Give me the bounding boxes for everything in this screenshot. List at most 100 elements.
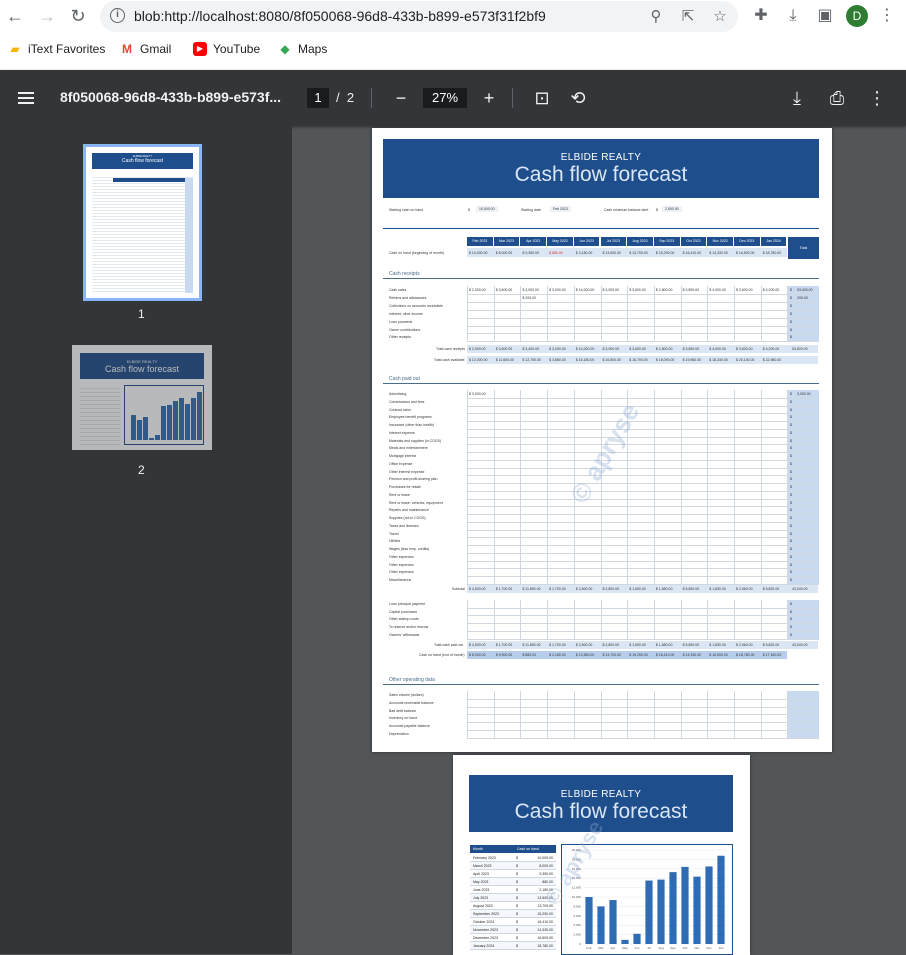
url-text[interactable]: blob:http://localhost:8080/8f050068-96d8… [134, 8, 546, 24]
profile-avatar[interactable]: D [846, 5, 868, 27]
bookmark-gmail[interactable]: M Gmail [120, 42, 171, 56]
month-header-cell: Apr 2023 [520, 237, 547, 246]
table-header-cash: Cash on hand [514, 845, 556, 853]
chart-bar [645, 880, 653, 944]
total-available-value: $ 16,500.00 [602, 358, 622, 363]
bookmark-maps[interactable]: ◆ Maps [278, 42, 327, 56]
row-divider [467, 325, 819, 327]
y-tick-label: 6,000 [573, 914, 581, 918]
row-currency-symbol: $ [516, 896, 518, 900]
beginning-cash-value: $ 10,000.00 [469, 251, 488, 255]
chart-bar [705, 866, 713, 944]
paid-out-row-label: Travel [389, 531, 399, 536]
zoom-in-icon[interactable]: + [477, 86, 501, 110]
month-header-cell: Nov 2023 [707, 237, 733, 246]
paid-out-row-label: Rent or lease: vehicles, equipment [389, 500, 443, 505]
cash-paid-out-title: Cash paid out [389, 376, 420, 382]
grid-column-line [547, 390, 549, 584]
menu-icon[interactable] [14, 86, 38, 110]
rotate-icon[interactable]: ⟲ [566, 86, 590, 110]
total-currency-symbol: $ [790, 516, 792, 520]
total-receipts-value: $ 4,000.00 [709, 347, 726, 352]
subtotal-value: $ 5,550.00 [682, 586, 700, 591]
row-divider [467, 483, 819, 484]
paid-out-row-label: Pension and profit-sharing plan [389, 477, 438, 482]
row-divider [467, 436, 819, 438]
beginning-cash-value: $ 16,410.00 [683, 251, 702, 255]
bookmark-star-icon[interactable]: ☆ [710, 7, 730, 27]
page-number-input[interactable]: 1 [307, 88, 329, 108]
more-options-icon[interactable]: ⋮ [865, 86, 889, 110]
row-divider [467, 467, 819, 469]
table-row: August 2023 $13,700.00 [470, 902, 556, 910]
paid-out-row-label: Repairs and maintenance [389, 508, 429, 513]
other-paid-row-label: Capital purchases [389, 609, 418, 614]
total-available-value: $ 18,090.00 [655, 358, 675, 363]
extensions-icon[interactable]: ✚ [750, 5, 772, 27]
download-icon[interactable]: ⤓ [785, 86, 809, 110]
row-cash-value: 14,330.00 [537, 928, 553, 932]
row-divider [467, 506, 819, 508]
beginning-cash-value: $ 16,500.00 [736, 251, 755, 255]
total-receipts-value: $ 3,550.00 [682, 347, 700, 352]
row-divider [467, 706, 819, 708]
zoom-magnifier-icon[interactable]: ⚲ [646, 7, 666, 27]
row-currency-symbol: $ [516, 880, 518, 884]
fit-page-icon[interactable]: ⊡ [530, 86, 554, 110]
total-currency-symbol: $ [790, 319, 792, 324]
side-panel-icon[interactable]: ▣ [814, 5, 836, 27]
x-tick-label: Jun [635, 946, 640, 950]
row-month: December 2023 [473, 936, 498, 940]
total-available-value: $ 11,600.00 [495, 358, 514, 363]
back-arrow-icon[interactable]: ← [3, 4, 27, 28]
bookmark-itext-favorites[interactable]: ▰ iText Favorites [8, 42, 105, 56]
thumbnail-page-1[interactable]: ELBIDE REALTY Cash flow forecast [83, 144, 202, 301]
forward-arrow-icon[interactable]: → [35, 4, 59, 28]
address-bar[interactable]: i blob:http://localhost:8080/8f050068-96… [100, 1, 738, 32]
thumbnail-page-2[interactable]: ELBIDE REALTY Cash flow forecast [72, 345, 212, 450]
print-icon[interactable]: ⎙ [825, 86, 849, 110]
receipt-row-label: Interest, other income [389, 311, 423, 316]
receipt-row-label: Loan proceeds [389, 319, 413, 324]
section-rule [383, 228, 819, 229]
beginning-cash-value: $ 18,780.00 [763, 251, 782, 255]
grid-column-line [653, 599, 655, 639]
row-divider [467, 475, 819, 477]
zoom-input[interactable]: 27% [423, 88, 467, 108]
page-separator: / [336, 90, 340, 105]
returns-value: $ 200.00 [522, 295, 537, 300]
chart-bar [657, 879, 665, 944]
row-divider [467, 301, 819, 303]
share-icon[interactable]: ⇱ [678, 7, 698, 27]
watermark: © apryse [564, 398, 646, 509]
bookmarks-bar: ▰ iText Favorites M Gmail ▶ YouTube ◆ Ma… [0, 38, 906, 64]
row-divider [467, 421, 819, 422]
row-divider [467, 317, 819, 319]
y-tick-label: 8,000 [573, 904, 581, 908]
browser-menu-icon[interactable]: ⋮ [876, 5, 898, 27]
row-divider [467, 428, 819, 430]
grid-column-line [493, 599, 495, 639]
advertising-value: $ 3,000.00 [469, 392, 486, 396]
download-icon[interactable]: ⤓ [782, 5, 804, 27]
end-cash-value: $ 15,290.00 [629, 652, 648, 657]
row-divider [467, 537, 819, 539]
other-paid-row-label: Other startup costs [389, 617, 419, 622]
reload-icon[interactable]: ↻ [66, 4, 90, 28]
row-cash-value: 8,000.00 [539, 864, 553, 868]
total-receipts-value: $ 2,800.00 [655, 347, 673, 352]
paid-out-row-label: Wages (less emp. credits) [389, 547, 430, 551]
row-currency-symbol: $ [516, 920, 518, 924]
bookmark-youtube[interactable]: ▶ YouTube [193, 42, 260, 56]
row-divider [467, 722, 819, 724]
grid-column-line [520, 599, 522, 639]
zoom-out-icon[interactable]: − [389, 86, 413, 110]
end-cash-value: $ 13,550.00 [575, 652, 595, 657]
cash-sales-total: 53,400.00 [797, 288, 813, 292]
info-icon[interactable]: i [110, 8, 125, 23]
beginning-cash-value: $ 13,500.00 [603, 251, 622, 255]
row-divider [467, 714, 819, 716]
total-receipts-value: $ 3,400.00 [522, 347, 539, 352]
month-header-cell: Aug 2023 [627, 237, 653, 246]
row-divider [467, 529, 819, 531]
